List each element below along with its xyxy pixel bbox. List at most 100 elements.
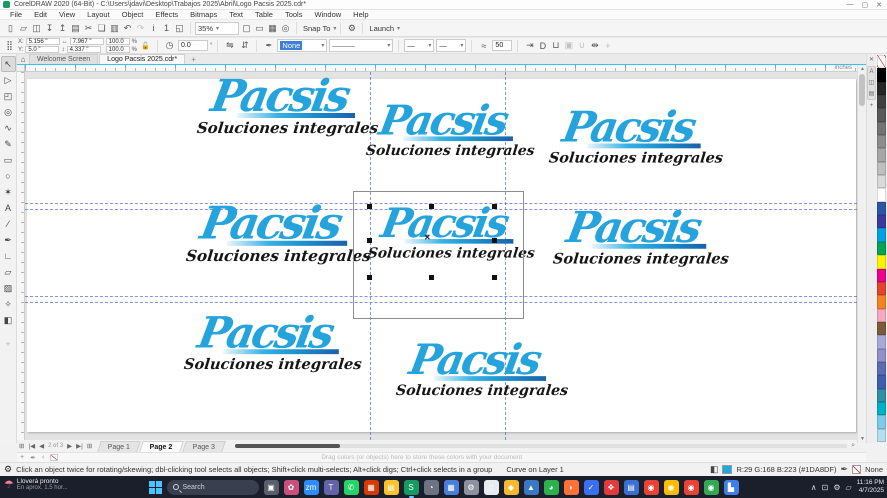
object-height-field[interactable]: 4.337 " <box>67 46 101 53</box>
snap-to-button[interactable]: Snap To <box>303 24 330 33</box>
property-icon[interactable]: ⊔ <box>549 39 562 52</box>
color-swatch[interactable] <box>877 188 886 201</box>
toolbox-tool[interactable]: ◧ <box>1 312 16 328</box>
property-icon[interactable]: + <box>601 39 614 52</box>
properties-docker-icon[interactable]: A <box>869 69 873 75</box>
collapse-icon[interactable]: ‹ <box>39 454 47 461</box>
color-swatch[interactable] <box>877 108 886 121</box>
cast-icon[interactable]: ⊡ <box>822 483 829 492</box>
selection-handle-nw[interactable] <box>367 204 372 209</box>
vertical-scrollbar[interactable]: ▲ ▼ <box>857 65 866 443</box>
menu-item[interactable]: View <box>53 10 81 19</box>
weather-widget[interactable]: ☂ Lloverá pronto En aprox. 1.5 hor... <box>4 478 68 491</box>
color-swatch[interactable] <box>877 68 886 81</box>
toolbox-tool[interactable]: ✧ <box>1 296 16 312</box>
toolbar-icon[interactable]: 1 <box>160 22 173 35</box>
color-swatch[interactable] <box>877 95 886 108</box>
toolbox-tool[interactable]: ▭ <box>1 152 16 168</box>
page-nav-icon[interactable]: ◀ <box>37 442 46 450</box>
tray-chevron-icon[interactable]: ∧ <box>811 483 817 492</box>
close-docker-icon[interactable]: ✕ <box>869 56 874 63</box>
color-swatch[interactable] <box>877 282 886 295</box>
horizontal-scrollbar[interactable] <box>235 444 847 448</box>
page-tab[interactable]: Page 2 <box>140 441 184 452</box>
color-swatch[interactable] <box>877 175 886 188</box>
toolbar-icon[interactable]: ◫ <box>30 22 43 35</box>
toolbar-icon[interactable]: ✂ <box>82 22 95 35</box>
zoom-level-combo[interactable]: 35% ▾ <box>195 22 239 35</box>
color-swatch[interactable] <box>877 295 886 308</box>
menu-item[interactable]: Table <box>249 10 279 19</box>
page-nav-icon[interactable]: ▶ <box>65 442 74 450</box>
status-gear-icon[interactable]: ⚙ <box>4 464 12 475</box>
toolbar-icon[interactable]: ▯ <box>4 22 17 35</box>
document-tab[interactable]: Logo Pacsis 2025.cdr* <box>99 54 185 64</box>
color-swatch[interactable] <box>877 375 886 388</box>
color-swatch[interactable] <box>877 82 886 95</box>
page-nav-icon[interactable]: ⊞ <box>17 442 26 450</box>
minimize-button[interactable]: — <box>847 1 854 9</box>
page-nav-icon[interactable]: |◀ <box>26 442 37 450</box>
toolbar-icon[interactable]: ◎ <box>279 22 292 35</box>
toolbar-icon[interactable]: ▤ <box>69 22 82 35</box>
taskbar-app-icon[interactable]: ▦ <box>364 480 379 495</box>
toolbar-icon[interactable]: ▢ <box>240 22 253 35</box>
color-swatch[interactable] <box>877 148 886 161</box>
taskbar-app-icon[interactable]: ◉ <box>664 480 679 495</box>
taskbar-app-icon[interactable]: ▲ <box>524 480 539 495</box>
taskbar-search[interactable]: Search <box>167 480 259 495</box>
scale-height-field[interactable]: 100.0 <box>106 46 130 53</box>
home-icon[interactable]: ⌂ <box>17 55 29 64</box>
toolbar-icon[interactable]: i <box>147 22 160 35</box>
vertical-ruler[interactable] <box>17 72 25 440</box>
selection-handle-e[interactable] <box>492 238 497 243</box>
y-position-field[interactable]: 5.0 " <box>25 46 59 53</box>
toolbox-tool[interactable]: ◎ <box>1 104 16 120</box>
taskbar-app-icon[interactable]: T <box>324 480 339 495</box>
corner-size-field[interactable]: 50 <box>492 40 512 51</box>
selection-handle-w[interactable] <box>367 238 372 243</box>
taskbar-app-icon[interactable]: ▙ <box>724 480 739 495</box>
page-nav-icon[interactable]: ▶| <box>74 442 85 450</box>
color-swatch[interactable] <box>877 362 886 375</box>
selection-handle-s[interactable] <box>429 275 434 280</box>
no-color-swatch[interactable] <box>50 454 58 461</box>
taskbar-app-icon[interactable]: ✆ <box>344 480 359 495</box>
menu-item[interactable]: Text <box>223 10 249 19</box>
horizontal-scroll-thumb[interactable] <box>235 444 340 448</box>
selection-handle-ne[interactable] <box>492 204 497 209</box>
taskbar-app-icon[interactable]: ⚙ <box>464 480 479 495</box>
taskbar-app-icon[interactable]: ◕ <box>544 480 559 495</box>
launch-button[interactable]: Launch <box>369 24 394 33</box>
color-swatch[interactable] <box>877 55 886 68</box>
add-docker-icon[interactable]: + <box>870 103 874 109</box>
toolbox-tool[interactable]: ∿ <box>1 120 16 136</box>
logo-instance[interactable]: Pacsis Soluciones integrales <box>184 313 346 373</box>
color-swatch[interactable] <box>877 415 886 428</box>
property-icon[interactable]: ∪ <box>575 39 588 52</box>
color-swatch[interactable] <box>877 309 886 322</box>
page-tab[interactable]: Page 3 <box>182 441 226 452</box>
toolbox-tool[interactable]: ✶ <box>1 184 16 200</box>
taskbar-app-icon[interactable]: ◆ <box>504 480 519 495</box>
logo-instance[interactable]: Pacsis Soluciones integrales <box>197 76 362 137</box>
toolbox-tool[interactable]: ▨ <box>1 280 16 296</box>
start-button[interactable] <box>149 481 162 494</box>
toolbox-tool[interactable]: + <box>1 336 16 352</box>
menu-item[interactable]: Object <box>116 10 150 19</box>
color-swatch[interactable] <box>877 269 886 282</box>
menu-item[interactable]: Window <box>308 10 347 19</box>
toolbar-icon[interactable]: ↷ <box>134 22 147 35</box>
mirror-vertical-icon[interactable]: ⇵ <box>238 39 251 52</box>
logo-instance[interactable]: Pacsis Soluciones integrales <box>553 208 713 267</box>
color-swatch[interactable] <box>877 202 886 215</box>
taskbar-app-icon[interactable]: S <box>404 480 419 495</box>
scale-width-field[interactable]: 100.0 <box>106 38 130 45</box>
menu-item[interactable]: File <box>4 10 28 19</box>
toolbar-icon[interactable]: ↶ <box>121 22 134 35</box>
toolbox-tool[interactable]: ▷ <box>1 72 16 88</box>
property-icon[interactable]: ▣ <box>562 39 575 52</box>
color-swatch[interactable] <box>877 162 886 175</box>
toolbar-icon[interactable]: ▦ <box>266 22 279 35</box>
menu-item[interactable]: Effects <box>149 10 184 19</box>
